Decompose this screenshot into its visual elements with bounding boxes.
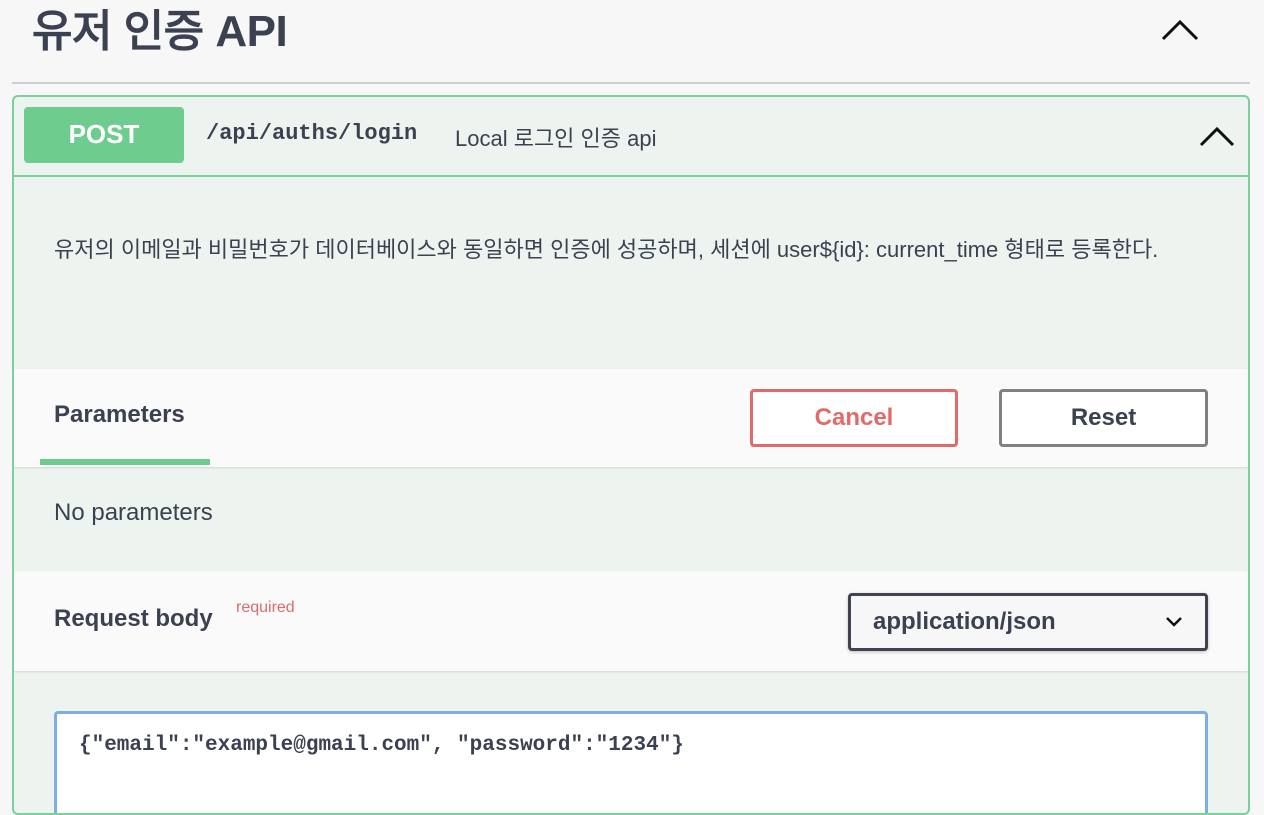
tag-header[interactable]: 유저 인증 API [12, 0, 1250, 84]
content-type-value: application/json [873, 608, 1056, 635]
no-parameters-text: No parameters [54, 499, 213, 526]
tab-parameters[interactable]: Parameters [54, 401, 185, 429]
reset-button[interactable]: Reset [999, 389, 1208, 447]
request-body-editor[interactable]: {"email":"example@gmail.com", "password"… [54, 711, 1208, 813]
request-body-title: Request body [54, 605, 213, 632]
tag-title: 유저 인증 API [32, 7, 288, 56]
request-body-header: Request body required application/json [14, 571, 1248, 671]
cancel-button[interactable]: Cancel [750, 389, 958, 447]
chevron-up-icon[interactable] [1160, 18, 1200, 42]
operation-summary-text: Local 로그인 인증 api [455, 126, 657, 151]
operation-path: /api/auths/login [206, 121, 418, 146]
operation-summary[interactable]: POST /api/auths/login Local 로그인 인증 api [14, 97, 1248, 177]
tab-active-indicator [40, 459, 210, 465]
required-badge: required [236, 599, 295, 616]
parameters-header: Parameters Cancel Reset [14, 369, 1248, 467]
method-badge: POST [24, 107, 184, 163]
chevron-down-icon [1166, 617, 1182, 627]
chevron-up-icon[interactable] [1198, 125, 1236, 147]
operation-block: POST /api/auths/login Local 로그인 인증 api 유… [12, 95, 1250, 815]
content-type-select[interactable]: application/json [848, 593, 1208, 651]
operation-description: 유저의 이메일과 비밀번호가 데이터베이스와 동일하면 인증에 성공하며, 세션… [54, 237, 1159, 262]
